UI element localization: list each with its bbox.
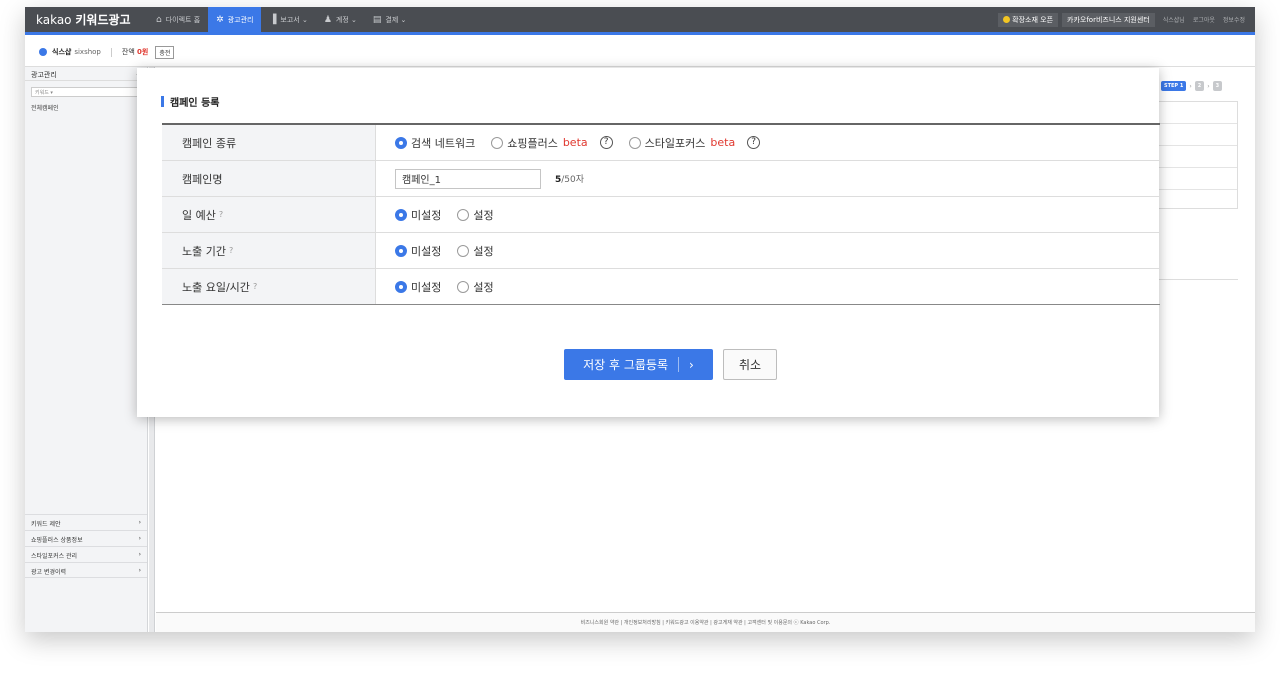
hint-icon[interactable]: ? bbox=[219, 210, 223, 219]
title-accent bbox=[161, 96, 164, 107]
nav-item-ad-management[interactable]: ✲ 광고관리 bbox=[208, 7, 262, 34]
form-row-campaign-type: 캠페인 종류 검색 네트워크 쇼핑플러스 beta? 스타일포커스 beta? bbox=[162, 125, 1160, 161]
chevron-right-icon: › bbox=[138, 551, 141, 558]
user-name: 식스샵님 bbox=[1162, 17, 1185, 24]
chart-icon: ▐ bbox=[269, 14, 277, 25]
account-id: sixshop bbox=[74, 48, 101, 56]
nav-item-payment[interactable]: ▤ 결제 ⌄ bbox=[365, 7, 415, 34]
account-icon bbox=[39, 48, 47, 56]
radio-icon bbox=[457, 244, 470, 257]
radio-budget-unset[interactable]: 미설정 bbox=[395, 207, 441, 223]
step-indicator: STEP 1 › 2 › 3 bbox=[1161, 81, 1223, 91]
field-label: 노출 요일/시간? bbox=[162, 269, 376, 304]
biz-center-link[interactable]: 카카오for비즈니스 지원센터 bbox=[1062, 12, 1155, 27]
divider bbox=[110, 47, 112, 57]
radio-icon bbox=[395, 244, 407, 257]
hint-icon[interactable]: ? bbox=[229, 246, 233, 255]
top-nav: kakao 키워드광고 ⌂ 다이렉트 홈 ✲ 광고관리 ▐ 보고서 ⌄ ♟ 계정 ⌄ ▤… bbox=[25, 7, 1255, 35]
sidebar: 광고관리⌄ 키워드 ▾ 전체캠페인 키워드 제안› 쇼핑플러스 상품정보› 스타… bbox=[25, 67, 148, 632]
chevron-right-icon: › bbox=[138, 519, 141, 526]
radio-icon bbox=[457, 280, 470, 293]
chevron-right-icon: › bbox=[138, 535, 141, 542]
hint-icon[interactable]: ? bbox=[253, 282, 257, 291]
nav-right: 확장소재 오픈 카카오for비즈니스 지원센터 식스샵님 로그아웃 정보수정 bbox=[994, 12, 1255, 27]
modal-title: 캠페인 등록 bbox=[161, 94, 219, 109]
step-3: 3 bbox=[1212, 81, 1223, 91]
account-name[interactable]: 식스샵 bbox=[52, 47, 71, 57]
campaign-name-input[interactable] bbox=[395, 168, 541, 189]
beta-badge: beta bbox=[562, 136, 588, 149]
chevron-right-icon: › bbox=[689, 357, 694, 372]
home-icon: ⌂ bbox=[156, 14, 162, 25]
radio-icon bbox=[395, 280, 407, 293]
step-2: 2 bbox=[1194, 81, 1205, 91]
radio-icon bbox=[628, 136, 641, 149]
radio-search-network[interactable]: 검색 네트워크 bbox=[395, 135, 475, 151]
promo-link[interactable]: 확장소재 오픈 bbox=[998, 12, 1059, 27]
radio-icon bbox=[395, 136, 407, 149]
user-icon: ♟ bbox=[323, 14, 332, 25]
charge-button[interactable]: 충전 bbox=[155, 45, 175, 59]
account-bar: 식스샵 sixshop 잔액 0원 충전 bbox=[25, 38, 1255, 67]
sidebar-item-style-focus[interactable]: 스타일포커스 관리 › bbox=[25, 546, 147, 562]
divider bbox=[1158, 279, 1238, 280]
gear-icon: ✲ bbox=[216, 14, 224, 25]
campaign-form: 캠페인 종류 검색 네트워크 쇼핑플러스 beta? 스타일포커스 beta? 캠페… bbox=[162, 123, 1160, 305]
sidebar-item-change-history[interactable]: 광고 변경이력 › bbox=[25, 562, 147, 578]
field-label: 캠페인 종류 bbox=[162, 125, 376, 160]
beta-badge: beta bbox=[710, 136, 736, 149]
radio-style-focus[interactable]: 스타일포커스 beta? bbox=[628, 135, 761, 151]
radio-icon bbox=[457, 208, 470, 221]
form-row-daily-budget: 일 예산? 미설정 설정 bbox=[162, 197, 1160, 233]
chevron-right-icon: › bbox=[138, 567, 141, 574]
logout-link[interactable]: 로그아웃 bbox=[1193, 15, 1215, 24]
divider bbox=[678, 357, 680, 372]
radio-shopping-plus[interactable]: 쇼핑플러스 beta? bbox=[491, 135, 613, 151]
nav-item-reports[interactable]: ▐ 보고서 ⌄ bbox=[261, 7, 315, 34]
brand-logo[interactable]: kakao 키워드광고 bbox=[25, 11, 148, 28]
nav-item-direct-home[interactable]: ⌂ 다이렉트 홈 bbox=[148, 7, 208, 34]
radio-schedule-set[interactable]: 설정 bbox=[457, 279, 494, 295]
cancel-button[interactable]: 취소 bbox=[723, 349, 777, 380]
notice-icon bbox=[1003, 15, 1011, 23]
help-icon[interactable]: ? bbox=[747, 136, 761, 149]
radio-icon bbox=[395, 208, 407, 221]
char-counter: 5/50자 bbox=[555, 175, 585, 185]
balance: 잔액 0원 bbox=[121, 48, 149, 56]
sidebar-item-keyword-suggest[interactable]: 키워드 제안 › bbox=[25, 514, 147, 530]
footer-links[interactable]: 비즈니스회원 약관 | 개인정보처리방침 | 키워드광고 이용약관 | 광고게재… bbox=[156, 612, 1255, 632]
radio-period-unset[interactable]: 미설정 bbox=[395, 243, 441, 259]
campaign-register-modal: 캠페인 등록 캠페인 종류 검색 네트워크 쇼핑플러스 beta? 스타일포커스 b… bbox=[137, 68, 1160, 417]
info-edit-link[interactable]: 정보수정 bbox=[1223, 15, 1245, 24]
step-arrow: › bbox=[1207, 82, 1210, 90]
radio-budget-set[interactable]: 설정 bbox=[457, 207, 494, 223]
field-label: 일 예산? bbox=[162, 197, 376, 232]
radio-icon bbox=[491, 136, 504, 149]
sidebar-bottom-menu: 키워드 제안 › 쇼핑플러스 상품정보 › 스타일포커스 관리 › 광고 변경이력 › bbox=[25, 514, 147, 578]
form-row-exposure-schedule: 노출 요일/시간? 미설정 설정 bbox=[162, 269, 1160, 305]
form-row-exposure-period: 노출 기간? 미설정 설정 bbox=[162, 233, 1160, 269]
form-row-campaign-name: 캠페인명 5/50자 bbox=[162, 161, 1160, 197]
step-1: STEP 1 bbox=[1161, 81, 1187, 91]
nav-item-account[interactable]: ♟ 계정 ⌄ bbox=[316, 7, 365, 34]
sidebar-filter-select[interactable]: 키워드 ▾ bbox=[31, 87, 141, 97]
sidebar-title[interactable]: 광고관리⌄ bbox=[25, 67, 147, 81]
background-table bbox=[1158, 101, 1238, 209]
help-icon[interactable]: ? bbox=[599, 136, 613, 149]
card-icon: ▤ bbox=[372, 14, 382, 25]
radio-period-set[interactable]: 설정 bbox=[457, 243, 494, 259]
app-window: kakao 키워드광고 ⌂ 다이렉트 홈 ✲ 광고관리 ▐ 보고서 ⌄ ♟ 계정 ⌄ ▤… bbox=[25, 7, 1255, 632]
field-label: 캠페인명 bbox=[162, 161, 376, 196]
field-label: 노출 기간? bbox=[162, 233, 376, 268]
step-arrow: › bbox=[1189, 82, 1192, 90]
sidebar-item-all-campaigns[interactable]: 전체캠페인 bbox=[25, 97, 147, 118]
sidebar-item-shopping-plus-info[interactable]: 쇼핑플러스 상품정보 › bbox=[25, 530, 147, 546]
save-and-register-group-button[interactable]: 저장 후 그룹등록 › bbox=[564, 349, 713, 380]
radio-schedule-unset[interactable]: 미설정 bbox=[395, 279, 441, 295]
